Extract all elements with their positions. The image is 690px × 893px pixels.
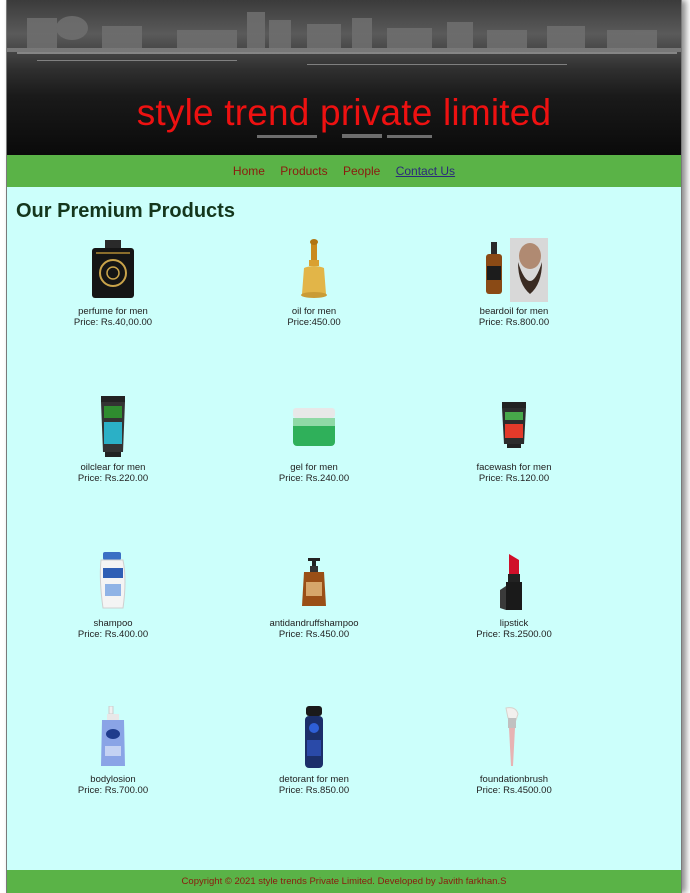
product-price: Price: Rs.120.00 bbox=[478, 473, 550, 484]
product-card: shampoo Price: Rs.400.00 bbox=[13, 550, 213, 640]
beard-oil-icon bbox=[486, 238, 548, 302]
page-heading: Our Premium Products bbox=[16, 200, 235, 222]
product-card: beardoil for men Price: Rs.800.00 bbox=[414, 238, 614, 328]
footer: Copyright © 2021 style trends Private Li… bbox=[7, 870, 681, 893]
product-name: antidandruffshampoo bbox=[269, 618, 359, 629]
site-title: style trend private limited bbox=[136, 92, 552, 133]
product-price: Price: Rs.240.00 bbox=[278, 473, 350, 484]
pump-bottle-icon bbox=[302, 558, 326, 606]
product-name: gel for men bbox=[290, 462, 338, 473]
product-price: Price: Rs.450.00 bbox=[278, 629, 350, 640]
page: style trend private limited Home Product… bbox=[6, 0, 682, 893]
product-price: Price: Rs.700.00 bbox=[77, 785, 149, 796]
lotion-bottle-icon bbox=[101, 706, 125, 766]
product-card: lipstick Price: Rs.2500.00 bbox=[414, 550, 614, 640]
nav-products-link[interactable]: Products bbox=[280, 164, 327, 178]
product-card: gel for men Price: Rs.240.00 bbox=[214, 394, 414, 484]
product-name: beardoil for men bbox=[479, 306, 549, 317]
product-price: Price: Rs.2500.00 bbox=[476, 629, 552, 640]
product-name: oilclear for men bbox=[80, 462, 146, 473]
nav-bar: Home Products People Contact Us bbox=[7, 155, 681, 187]
product-card: antidandruffshampoo Price: Rs.450.00 bbox=[214, 550, 414, 640]
product-name: perfume for men bbox=[78, 306, 148, 317]
product-price: Price: Rs.800.00 bbox=[478, 317, 550, 328]
product-name: lipstick bbox=[499, 618, 529, 629]
gel-jar-icon bbox=[293, 408, 335, 446]
nav-home-link[interactable]: Home bbox=[233, 164, 265, 178]
product-card: foundationbrush Price: Rs.4500.00 bbox=[414, 706, 614, 796]
product-card: oil for men Price:450.00 bbox=[214, 238, 414, 328]
makeup-brush-icon bbox=[505, 707, 519, 766]
deodorant-can-icon bbox=[305, 706, 323, 768]
oilclear-tube-icon bbox=[101, 396, 125, 457]
product-price: Price: Rs.40,00.00 bbox=[73, 317, 153, 328]
product-card: oilclear for men Price: Rs.220.00 bbox=[13, 394, 213, 484]
perfume-bottle-icon bbox=[92, 240, 134, 298]
product-price: Price:450.00 bbox=[287, 317, 341, 328]
product-name: facewash for men bbox=[476, 462, 552, 473]
product-card: bodylosion Price: Rs.700.00 bbox=[13, 706, 213, 796]
nav-people-link[interactable]: People bbox=[343, 164, 380, 178]
product-name: shampoo bbox=[93, 618, 133, 629]
lipstick-icon bbox=[500, 554, 522, 610]
product-price: Price: Rs.850.00 bbox=[278, 785, 350, 796]
shampoo-bottle-icon bbox=[99, 552, 126, 609]
product-name: detorant for men bbox=[279, 774, 349, 785]
product-card: detorant for men Price: Rs.850.00 bbox=[214, 706, 414, 796]
product-name: foundationbrush bbox=[479, 774, 549, 785]
product-name: oil for men bbox=[291, 306, 337, 317]
product-card: facewash for men Price: Rs.120.00 bbox=[414, 394, 614, 484]
product-price: Price: Rs.220.00 bbox=[77, 473, 149, 484]
header-banner: style trend private limited bbox=[7, 0, 681, 155]
facewash-tube-icon bbox=[502, 402, 526, 448]
product-name: bodylosion bbox=[90, 774, 136, 785]
product-card: perfume for men Price: Rs.40,00.00 bbox=[13, 238, 213, 328]
product-price: Price: Rs.4500.00 bbox=[476, 785, 552, 796]
product-price: Price: Rs.400.00 bbox=[77, 629, 149, 640]
oil-dropper-icon bbox=[301, 239, 327, 298]
nav-contact-link[interactable]: Contact Us bbox=[396, 164, 455, 178]
